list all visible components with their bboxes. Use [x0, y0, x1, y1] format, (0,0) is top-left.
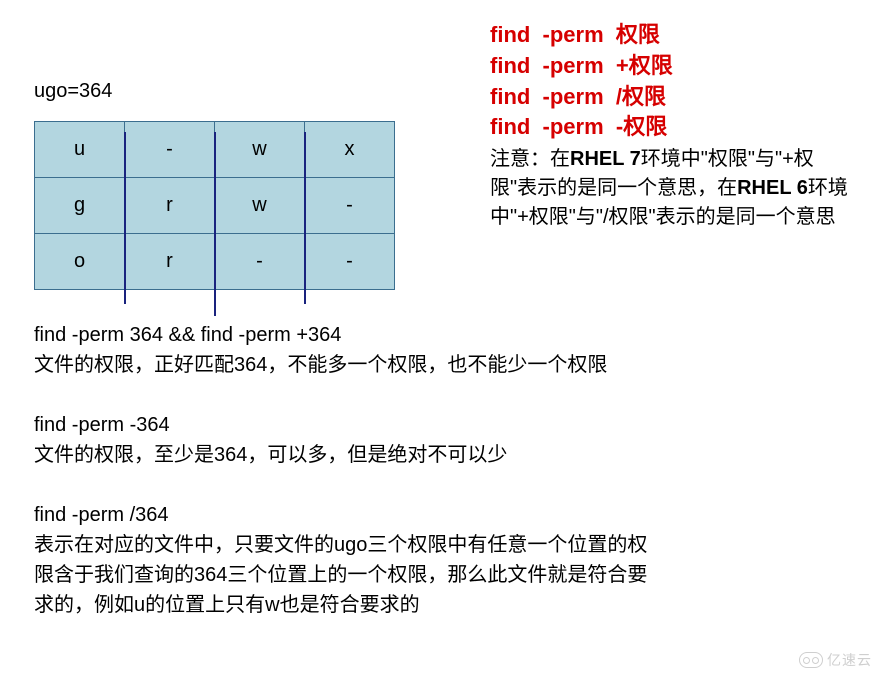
- note-bold: RHEL 7: [570, 148, 641, 170]
- cell: u: [35, 122, 125, 178]
- example-cmd: find -perm /364: [34, 500, 854, 530]
- syntax-line: find -perm /权限: [490, 82, 854, 113]
- example-desc: 表示在对应的文件中，只要文件的ugo三个权限中有任意一个位置的权限含于我们查询的…: [34, 530, 664, 620]
- top-row: ugo=364 u - w x g r w - o r - -: [30, 20, 854, 290]
- note-part: 注意：在: [490, 148, 570, 170]
- example-section: find -perm /364 表示在对应的文件中，只要文件的ugo三个权限中有…: [34, 500, 854, 620]
- syntax-line: find -perm +权限: [490, 51, 854, 82]
- cell: -: [305, 178, 395, 234]
- cell: w: [215, 178, 305, 234]
- cell: g: [35, 178, 125, 234]
- syntax-line: find -perm -权限: [490, 112, 854, 143]
- table-row: o r - -: [35, 234, 395, 290]
- cell: -: [125, 122, 215, 178]
- example-cmd: find -perm -364: [34, 410, 854, 440]
- cell: o: [35, 234, 125, 290]
- cell: -: [215, 234, 305, 290]
- cell: r: [125, 178, 215, 234]
- syntax-line: find -perm 权限: [490, 20, 854, 51]
- cloud-icon: [799, 652, 823, 668]
- example-desc: 文件的权限，至少是364，可以多，但是绝对不可以少: [34, 440, 854, 470]
- note-bold: RHEL 6: [737, 177, 808, 199]
- ugo-title: ugo=364: [34, 80, 480, 103]
- cell: r: [125, 234, 215, 290]
- cell: w: [215, 122, 305, 178]
- watermark-text: 亿速云: [827, 650, 872, 670]
- cell: -: [305, 234, 395, 290]
- table-row: u - w x: [35, 122, 395, 178]
- example-desc: 文件的权限，正好匹配364，不能多一个权限，也不能少一个权限: [34, 350, 854, 380]
- example-section: find -perm -364 文件的权限，至少是364，可以多，但是绝对不可以…: [34, 410, 854, 470]
- table-row: g r w -: [35, 178, 395, 234]
- right-column: find -perm 权限 find -perm +权限 find -perm …: [480, 20, 854, 232]
- watermark: 亿速云: [799, 650, 872, 670]
- example-cmd: find -perm 364 && find -perm +364: [34, 320, 854, 350]
- example-section: find -perm 364 && find -perm +364 文件的权限，…: [34, 320, 854, 380]
- left-column: ugo=364 u - w x g r w - o r - -: [30, 20, 480, 290]
- cell: x: [305, 122, 395, 178]
- note-text: 注意：在RHEL 7环境中"权限"与"+权限"表示的是同一个意思，在RHEL 6…: [490, 145, 854, 232]
- permission-table: u - w x g r w - o r - -: [34, 121, 395, 290]
